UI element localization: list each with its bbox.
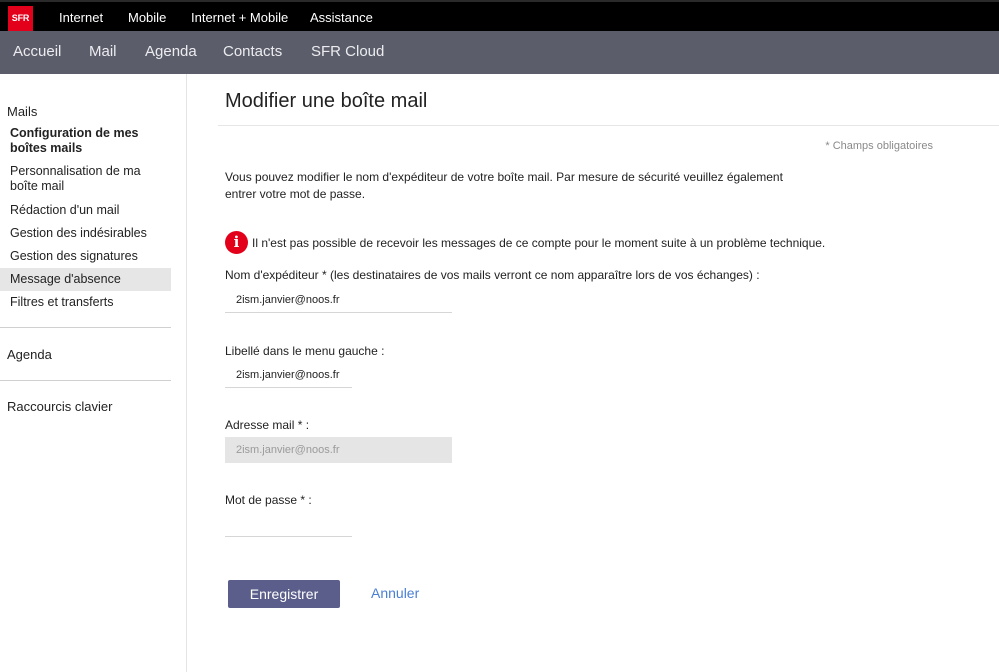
save-button[interactable]: Enregistrer <box>228 580 340 608</box>
topnav-internet[interactable]: Internet <box>59 10 103 25</box>
password-input[interactable] <box>225 511 352 537</box>
sidebar-section-mails[interactable]: Mails <box>7 104 37 119</box>
title-divider <box>218 125 999 126</box>
sidebar-item-signatures[interactable]: Gestion des signatures <box>10 249 171 264</box>
page-title: Modifier une boîte mail <box>225 90 428 112</box>
sidebar-divider <box>0 380 171 381</box>
topnav-mobile[interactable]: Mobile <box>128 10 166 25</box>
top-bar: SFR Internet Mobile Internet + Mobile As… <box>0 0 999 31</box>
service-nav-bar: Accueil Mail Agenda Contacts SFR Cloud <box>0 31 999 74</box>
intro-text: Vous pouvez modifier le nom d'expéditeur… <box>225 170 783 201</box>
sidebar-item-personnalisation[interactable]: Personnalisation de ma boîte mail <box>10 164 171 194</box>
password-label: Mot de passe * : <box>225 493 312 507</box>
email-address-field <box>225 437 452 463</box>
sidebar-item-indesirables[interactable]: Gestion des indésirables <box>10 226 171 241</box>
info-icon: i <box>225 231 248 254</box>
sidebar-item-redaction[interactable]: Rédaction d'un mail <box>10 203 171 218</box>
sidebar-divider <box>0 327 171 328</box>
subnav-accueil[interactable]: Accueil <box>13 43 61 60</box>
menu-label-label: Libellé dans le menu gauche : <box>225 344 385 358</box>
subnav-contacts[interactable]: Contacts <box>223 43 282 60</box>
sidebar-item-configuration[interactable]: Configuration de mes boîtes mails <box>10 126 171 156</box>
alert-message: Il n'est pas possible de recevoir les me… <box>252 236 826 250</box>
menu-label-input[interactable] <box>225 362 352 388</box>
subnav-agenda[interactable]: Agenda <box>145 43 197 60</box>
topnav-internet-mobile[interactable]: Internet + Mobile <box>191 10 288 25</box>
cancel-link[interactable]: Annuler <box>371 585 419 601</box>
sidebar-section-raccourcis[interactable]: Raccourcis clavier <box>7 399 112 414</box>
subnav-mail[interactable]: Mail <box>89 43 117 60</box>
settings-sidebar: Mails Configuration de mes boîtes mails … <box>0 74 187 672</box>
sidebar-item-absence[interactable]: Message d'absence <box>0 268 171 291</box>
sidebar-section-agenda[interactable]: Agenda <box>7 347 52 362</box>
email-address-label: Adresse mail * : <box>225 418 310 432</box>
subnav-sfr-cloud[interactable]: SFR Cloud <box>311 43 384 60</box>
sfr-logo[interactable]: SFR <box>8 6 33 31</box>
sidebar-item-filtres[interactable]: Filtres et transferts <box>10 295 171 310</box>
sender-name-input[interactable] <box>225 287 452 313</box>
sender-name-label: Nom d'expéditeur * (les destinataires de… <box>225 268 760 282</box>
required-fields-note: * Champs obligatoires <box>825 140 933 152</box>
topnav-assistance[interactable]: Assistance <box>310 10 373 25</box>
